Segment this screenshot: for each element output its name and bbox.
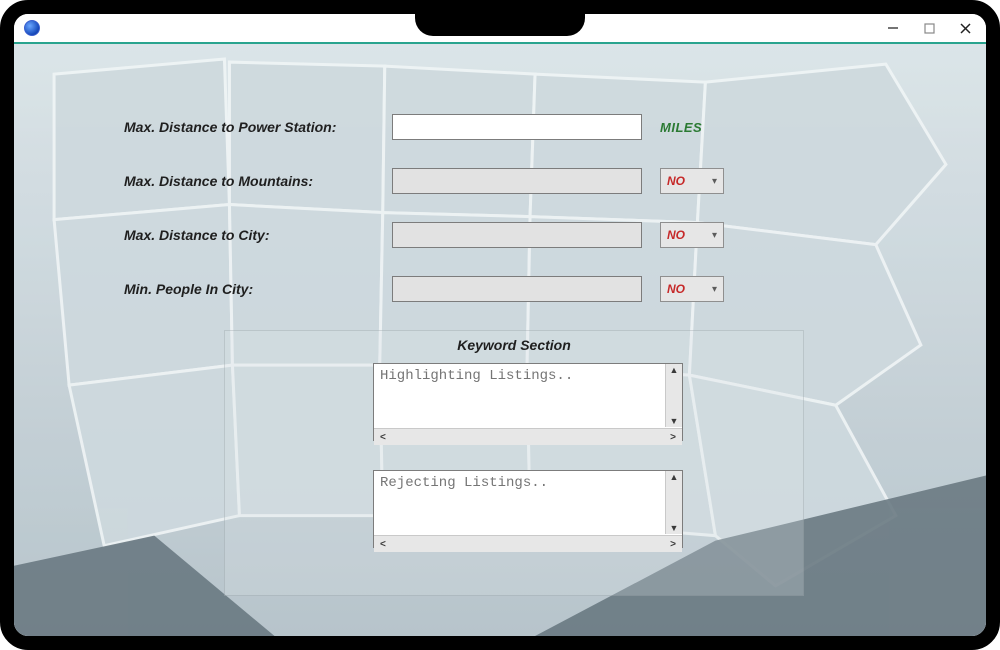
- minimize-button[interactable]: [886, 21, 900, 35]
- mountains-input: [392, 168, 642, 194]
- city-dropdown[interactable]: NO ▾: [660, 222, 724, 248]
- scroll-right-icon[interactable]: >: [668, 431, 678, 444]
- scroll-up-icon[interactable]: ▲: [668, 471, 681, 483]
- people-label: Min. People In City:: [124, 281, 374, 297]
- device-notch: [415, 12, 585, 36]
- city-input: [392, 222, 642, 248]
- city-label: Max. Distance to City:: [124, 227, 374, 243]
- vertical-scrollbar[interactable]: ▲ ▼: [665, 471, 682, 534]
- scroll-right-icon[interactable]: >: [668, 538, 678, 551]
- vertical-scrollbar[interactable]: ▲ ▼: [665, 364, 682, 427]
- mountains-label: Max. Distance to Mountains:: [124, 173, 374, 189]
- keyword-section-title: Keyword Section: [243, 337, 785, 353]
- scroll-down-icon[interactable]: ▼: [668, 415, 681, 427]
- close-button[interactable]: [958, 21, 972, 35]
- people-dropdown-value: NO: [667, 282, 685, 296]
- scroll-left-icon[interactable]: <: [378, 431, 388, 444]
- horizontal-scrollbar[interactable]: < >: [374, 535, 682, 552]
- scroll-left-icon[interactable]: <: [378, 538, 388, 551]
- people-input: [392, 276, 642, 302]
- app-icon: [24, 20, 40, 36]
- keyword-section: Keyword Section ▲ ▼ < > ▲: [224, 330, 804, 596]
- chevron-down-icon: ▾: [712, 176, 717, 187]
- maximize-button[interactable]: [922, 21, 936, 35]
- power-station-input[interactable]: [392, 114, 642, 140]
- chevron-down-icon: ▾: [712, 284, 717, 295]
- horizontal-scrollbar[interactable]: < >: [374, 428, 682, 445]
- city-dropdown-value: NO: [667, 228, 685, 242]
- mountains-dropdown[interactable]: NO ▾: [660, 168, 724, 194]
- scroll-up-icon[interactable]: ▲: [668, 364, 681, 376]
- scroll-down-icon[interactable]: ▼: [668, 522, 681, 534]
- miles-unit: MILES: [660, 120, 702, 135]
- mountains-dropdown-value: NO: [667, 174, 685, 188]
- power-station-label: Max. Distance to Power Station:: [124, 119, 374, 135]
- people-dropdown[interactable]: NO ▾: [660, 276, 724, 302]
- chevron-down-icon: ▾: [712, 230, 717, 241]
